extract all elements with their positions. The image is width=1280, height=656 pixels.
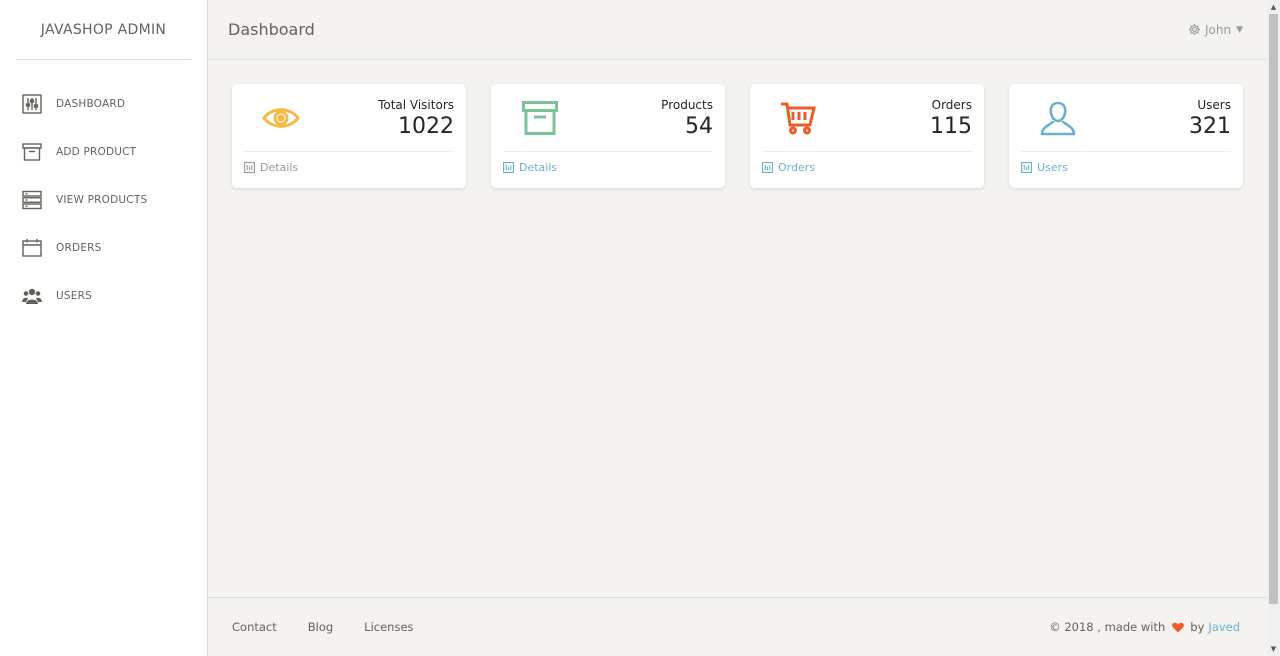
stat-value: 54 — [685, 114, 713, 139]
details-link[interactable]: Details — [503, 161, 713, 174]
main-panel: Dashboard John ▼ Total Visitors 1022 Det… — [208, 0, 1267, 656]
stat-card-products: Products 54 Details — [491, 84, 725, 188]
user-name: John — [1204, 22, 1232, 37]
sidebar-item-label: ADD PRODUCT — [56, 146, 137, 158]
chart-icon — [503, 162, 514, 173]
stat-label: Products — [661, 98, 713, 112]
sidebar-nav: DASHBOARD ADD PRODUCT VIEW PRODUCTS ORDE… — [0, 80, 207, 320]
orders-link[interactable]: Orders — [762, 161, 972, 174]
sidebar-item-label: VIEW PRODUCTS — [56, 194, 148, 206]
chart-icon — [244, 162, 255, 173]
sidebar-item-dashboard[interactable]: DASHBOARD — [0, 80, 207, 128]
users-icon — [22, 286, 42, 306]
stat-value: 1022 — [398, 114, 454, 139]
archive-icon — [22, 142, 42, 162]
heart-icon — [1172, 622, 1185, 633]
page-footer: Contact Blog Licenses © 2018 , made with… — [208, 597, 1267, 656]
link-label: Users — [1037, 161, 1068, 174]
page-title: Dashboard — [228, 20, 315, 39]
top-navbar: Dashboard John ▼ — [208, 0, 1267, 60]
stat-card-visitors: Total Visitors 1022 Details — [232, 84, 466, 188]
copyright-text: © 2018 , made with — [1049, 620, 1166, 634]
sidebar-item-users[interactable]: USERS — [0, 272, 207, 320]
footer-link-contact[interactable]: Contact — [232, 620, 277, 634]
stat-label: Total Visitors — [378, 98, 454, 112]
user-icon — [1021, 96, 1095, 140]
chevron-down-icon: ▼ — [1236, 24, 1243, 35]
sliders-icon — [22, 94, 42, 114]
sidebar-item-view-products[interactable]: VIEW PRODUCTS — [0, 176, 207, 224]
stat-value: 115 — [930, 114, 972, 139]
sidebar-item-label: DASHBOARD — [56, 98, 126, 110]
footer-link-blog[interactable]: Blog — [308, 620, 333, 634]
copyright: © 2018 , made with by Javed — [1049, 620, 1240, 634]
details-link[interactable]: Details — [244, 161, 454, 174]
users-link[interactable]: Users — [1021, 161, 1231, 174]
eye-icon — [244, 96, 318, 140]
gear-icon — [1188, 23, 1201, 36]
user-menu-dropdown[interactable]: John ▼ — [1188, 23, 1243, 37]
chart-icon — [762, 162, 773, 173]
scroll-down-arrow-icon[interactable]: ▼ — [1267, 642, 1280, 656]
scroll-up-arrow-icon[interactable]: ▲ — [1267, 0, 1280, 14]
link-label: Orders — [778, 161, 815, 174]
stat-card-users: Users 321 Users — [1009, 84, 1243, 188]
sidebar-item-orders[interactable]: ORDERS — [0, 224, 207, 272]
sidebar-item-add-product[interactable]: ADD PRODUCT — [0, 128, 207, 176]
calendar-icon — [22, 238, 42, 258]
sidebar-item-label: ORDERS — [56, 242, 102, 254]
scroll-thumb[interactable] — [1269, 14, 1278, 604]
footer-links: Contact Blog Licenses — [232, 620, 445, 634]
link-label: Details — [260, 161, 299, 174]
cart-icon — [762, 96, 836, 140]
stat-card-orders: Orders 115 Orders — [750, 84, 984, 188]
sidebar-item-label: USERS — [56, 290, 92, 302]
sidebar: JAVASHOP ADMIN DASHBOARD ADD PRODUCT VIE… — [0, 0, 208, 656]
app-logo[interactable]: JAVASHOP ADMIN — [16, 0, 191, 60]
box-icon — [503, 96, 577, 140]
stats-cards: Total Visitors 1022 Details Products 54 … — [232, 84, 1243, 188]
stat-value: 321 — [1189, 114, 1231, 139]
stat-label: Orders — [931, 98, 972, 112]
server-list-icon — [22, 190, 42, 210]
footer-link-licenses[interactable]: Licenses — [364, 620, 413, 634]
by-text: by — [1190, 620, 1205, 634]
author-link[interactable]: Javed — [1208, 620, 1240, 634]
stat-label: Users — [1197, 98, 1231, 112]
vertical-scrollbar[interactable]: ▲ ▼ — [1267, 0, 1280, 656]
link-label: Details — [519, 161, 558, 174]
chart-icon — [1021, 162, 1032, 173]
